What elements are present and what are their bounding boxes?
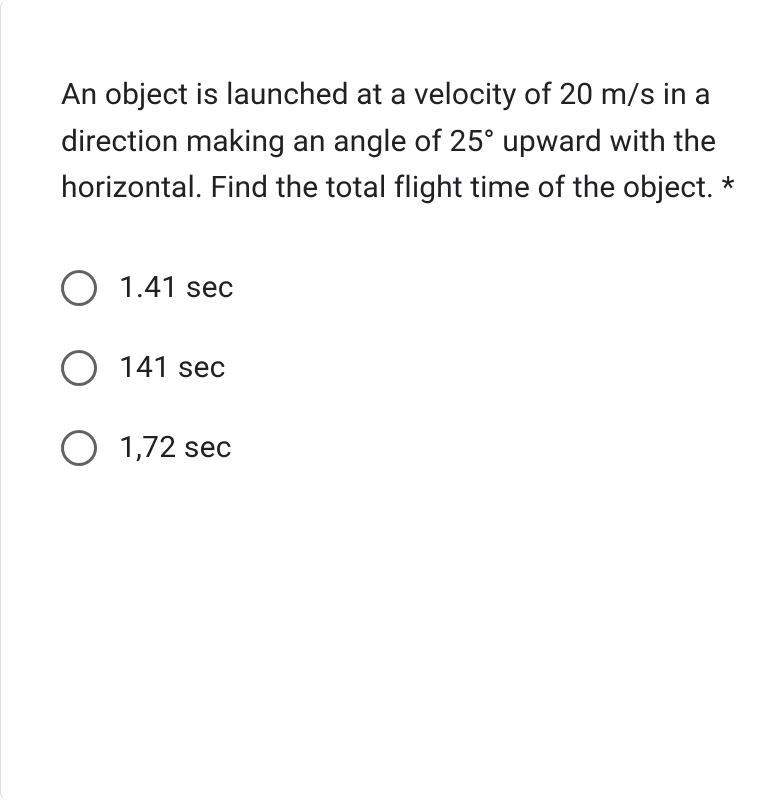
- required-asterisk: *: [714, 170, 735, 205]
- radio-icon[interactable]: [61, 430, 97, 466]
- radio-icon[interactable]: [61, 270, 97, 306]
- option-3[interactable]: 1,72 sec: [61, 430, 760, 466]
- option-1[interactable]: 1.41 sec: [61, 270, 760, 306]
- question-card: An object is launched at a velocity of 2…: [0, 0, 784, 800]
- option-label: 141 sec: [119, 350, 226, 385]
- question-text: An object is launched at a velocity of 2…: [61, 72, 760, 212]
- option-label: 1,72 sec: [119, 430, 232, 465]
- radio-icon[interactable]: [61, 350, 97, 386]
- options-group: 1.41 sec 141 sec 1,72 sec: [61, 270, 760, 466]
- option-label: 1.41 sec: [119, 270, 234, 305]
- option-2[interactable]: 141 sec: [61, 350, 760, 386]
- question-body: An object is launched at a velocity of 2…: [61, 77, 716, 205]
